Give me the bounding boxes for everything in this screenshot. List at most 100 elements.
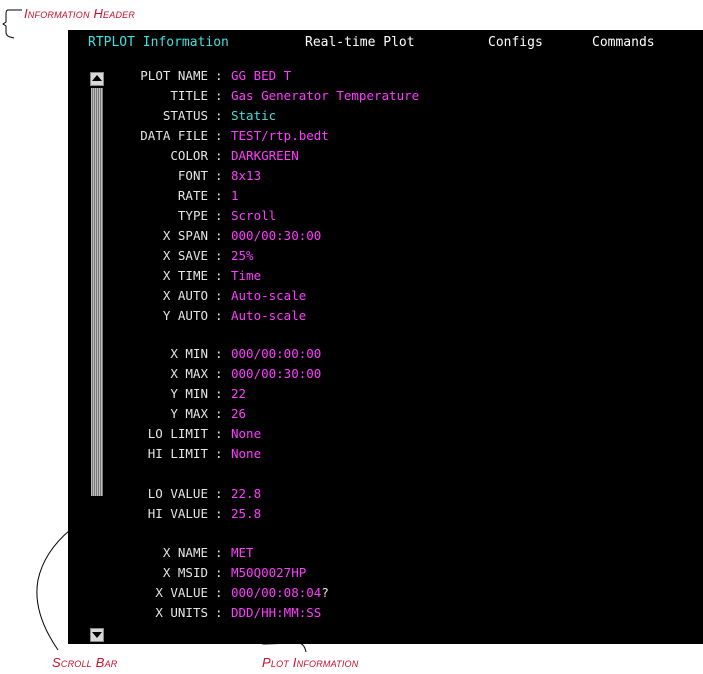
field-label: X AUTO (162, 288, 208, 303)
menu-bar: RTPLOT Information Real-time Plot Config… (68, 30, 703, 56)
info-row-y-auto: Y AUTO: Auto-scale (68, 308, 668, 328)
callout-plot-information: Plot Information (262, 655, 359, 670)
info-row-x-value: X VALUE:000/00:08:04? (68, 585, 668, 605)
info-row-plot-name: PLOT NAME: GG BED T (68, 68, 668, 88)
field-value: Static (231, 108, 277, 123)
field-label: X UNITS (155, 605, 208, 620)
field-value: Gas Generator Temperature (231, 88, 420, 103)
info-row-x-units: X UNITS: DDD/HH:MM:SS (68, 605, 668, 625)
field-label: X SPAN (162, 228, 208, 243)
field-separator: : (215, 88, 223, 103)
field-separator: : (215, 168, 223, 183)
field-value: Auto-scale (231, 288, 307, 303)
field-separator: : (215, 486, 223, 501)
field-separator: : (215, 188, 223, 203)
field-separator: : (215, 386, 223, 401)
field-separator: : (215, 446, 223, 461)
info-row-y-min: Y MIN:22 (68, 386, 668, 406)
field-separator: : (215, 208, 223, 223)
info-row-font: FONT:8x13 (68, 168, 668, 188)
field-label: X MAX (170, 366, 208, 381)
field-value: DARKGREEN (231, 148, 299, 163)
field-value: 25% (231, 248, 254, 263)
field-label: X VALUE (155, 585, 208, 600)
field-label: LO VALUE (147, 486, 208, 501)
field-value: None (231, 426, 262, 441)
field-separator: : (215, 406, 223, 421)
menu-commands[interactable]: Commands (592, 35, 655, 50)
field-value: 000/00:30:00 (231, 228, 322, 243)
field-value: Scroll (231, 208, 277, 223)
field-value: None (231, 446, 262, 461)
field-separator: : (215, 308, 223, 323)
info-row-title: TITLE: Gas Generator Temperature (68, 88, 668, 108)
field-separator: : (215, 108, 223, 123)
field-value: 1 (231, 188, 239, 203)
field-label: Y MAX (170, 406, 208, 421)
info-row-type: TYPE: Scroll (68, 208, 668, 228)
info-row-hi-limit: HI LIMIT: None (68, 446, 668, 466)
field-label: COLOR (170, 148, 208, 163)
callout-information-header: Information Header (24, 6, 136, 21)
menu-real-time-plot[interactable]: Real-time Plot (305, 35, 415, 50)
field-value: 8x13 (231, 168, 262, 183)
field-value: 000/00:00:00 (231, 346, 322, 361)
field-separator: : (215, 148, 223, 163)
field-value: 000/00:08:04? (231, 585, 329, 600)
field-label: Y MIN (170, 386, 208, 401)
field-separator: : (215, 268, 223, 283)
field-label: X MSID (162, 565, 208, 580)
info-row-x-auto: X AUTO: Auto-scale (68, 288, 668, 308)
field-separator: : (215, 605, 223, 620)
field-value: M50Q0027HP (231, 565, 307, 580)
field-label: TYPE (177, 208, 208, 223)
field-value: 22 (231, 386, 247, 401)
field-label: FONT (177, 168, 208, 183)
field-value: 25.8 (231, 506, 262, 521)
field-value: 26 (231, 406, 247, 421)
callout-scroll-bar: Scroll Bar (52, 655, 118, 670)
field-label: X NAME (162, 545, 208, 560)
field-value: TEST/rtp.bedt (231, 128, 329, 143)
info-row-x-time: X TIME: Time (68, 268, 668, 288)
info-row-rate: RATE:1 (68, 188, 668, 208)
info-row-lo-value: LO VALUE:22.8 (68, 486, 668, 506)
field-separator: : (215, 128, 223, 143)
field-separator: : (215, 585, 223, 600)
field-label: RATE (177, 188, 208, 203)
field-value: 000/00:30:00 (231, 366, 322, 381)
menu-rtplot-information[interactable]: RTPLOT Information (88, 35, 229, 50)
info-row-color: COLOR: DARKGREEN (68, 148, 668, 168)
field-label: X TIME (162, 268, 208, 283)
info-row-data-file: DATA FILE: TEST/rtp.bedt (68, 128, 668, 148)
scroll-down-arrow-icon[interactable] (90, 628, 104, 642)
field-separator: : (215, 346, 223, 361)
field-separator: : (215, 228, 223, 243)
info-row-x-name: X NAME: MET (68, 545, 668, 565)
menu-configs[interactable]: Configs (488, 35, 543, 50)
field-label: X SAVE (162, 248, 208, 263)
info-row-lo-limit: LO LIMIT: None (68, 426, 668, 446)
field-value: Time (231, 268, 262, 283)
field-separator: : (215, 506, 223, 521)
field-separator: : (215, 366, 223, 381)
field-label: PLOT NAME (140, 68, 208, 83)
field-separator: : (215, 565, 223, 580)
info-row-x-min: X MIN:000/00:00:00 (68, 346, 668, 366)
field-separator: : (215, 248, 223, 263)
info-row-status: STATUS: Static (68, 108, 668, 128)
info-row-hi-value: HI VALUE:25.8 (68, 506, 668, 526)
field-value: DDD/HH:MM:SS (231, 605, 322, 620)
field-value: Auto-scale (231, 308, 307, 323)
field-label: LO LIMIT (147, 426, 208, 441)
field-separator: : (215, 545, 223, 560)
info-row-y-max: Y MAX:26 (68, 406, 668, 426)
field-label: STATUS (162, 108, 208, 123)
field-value: MET (231, 545, 254, 560)
info-row-x-msid: X MSID: M50Q0027HP (68, 565, 668, 585)
rtplot-window: RTPLOT Information Real-time Plot Config… (68, 30, 703, 644)
field-label: X MIN (170, 346, 208, 361)
field-label: Y AUTO (162, 308, 208, 323)
field-separator: : (215, 68, 223, 83)
field-label: DATA FILE (140, 128, 208, 143)
